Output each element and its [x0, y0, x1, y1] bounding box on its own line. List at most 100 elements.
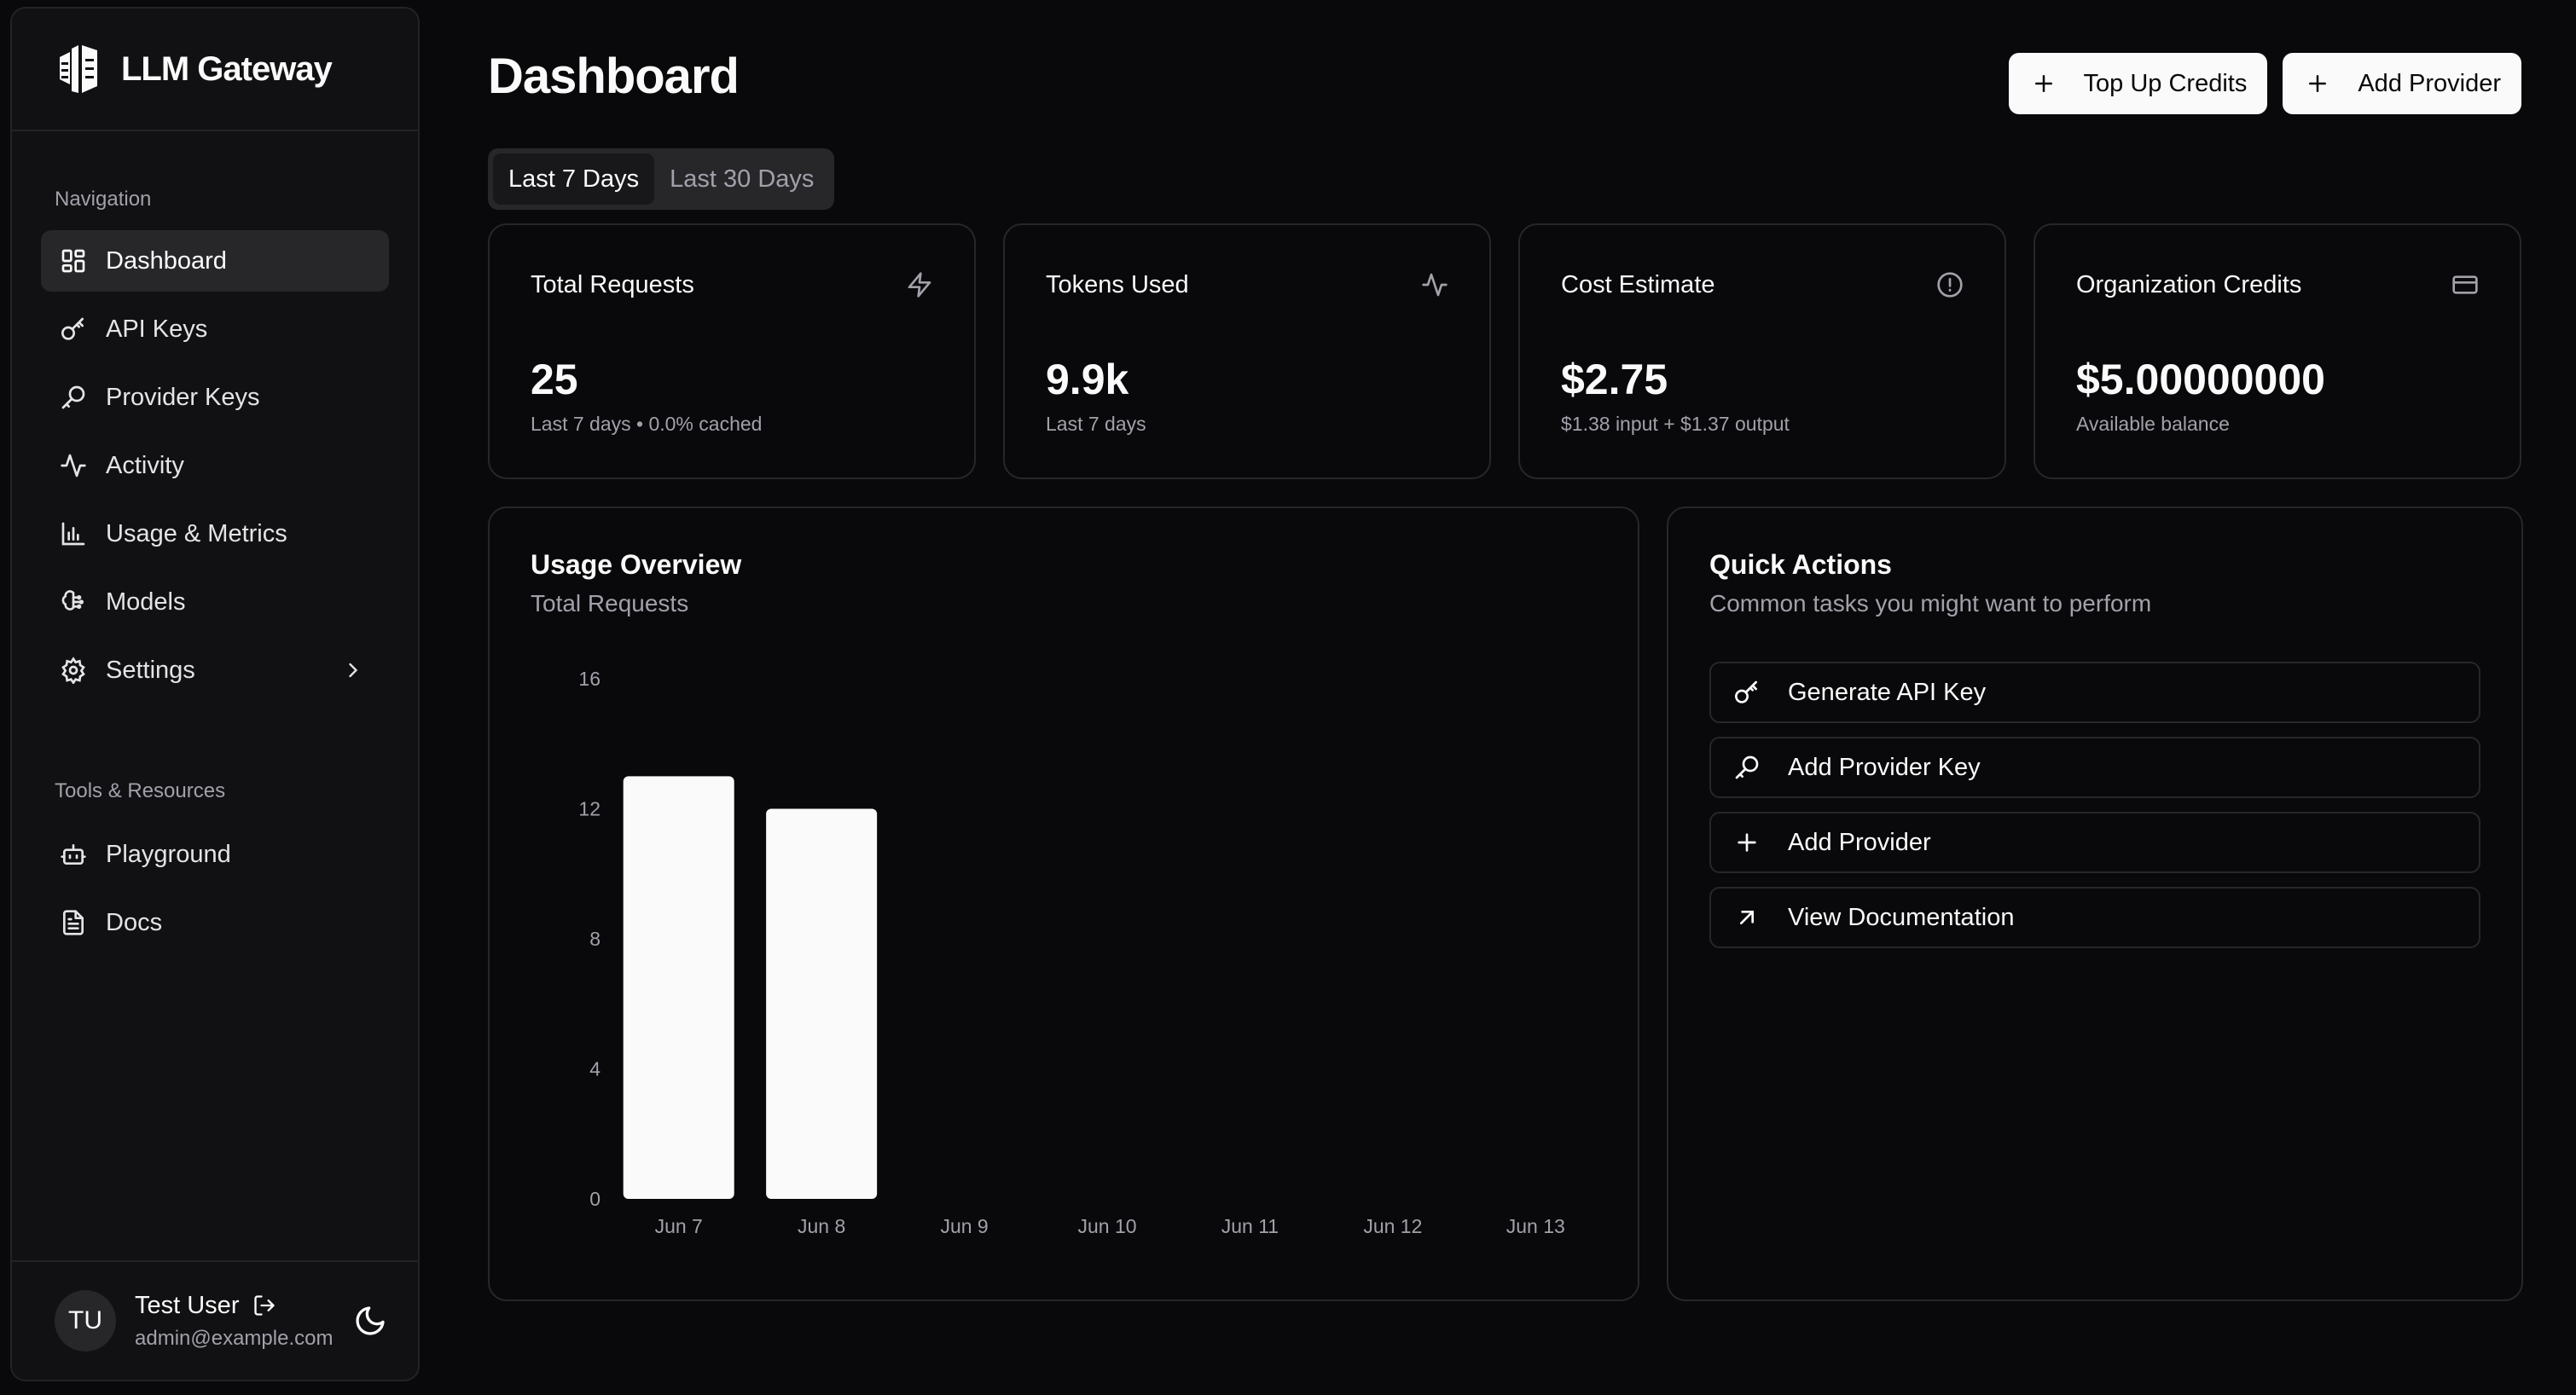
add-provider-key-button[interactable]: Add Provider Key — [1709, 737, 2480, 798]
top-up-credits-button[interactable]: Top Up Credits — [2008, 53, 2268, 114]
tab-last-7-days[interactable]: Last 7 Days — [493, 153, 655, 205]
add-provider-button[interactable]: Add Provider — [2283, 53, 2521, 114]
user-panel: TU Test User admin@example.com — [12, 1260, 418, 1380]
sidebar-item-provider-keys[interactable]: Provider Keys — [41, 367, 389, 428]
sidebar-item-label: Models — [106, 588, 186, 616]
info-circle-icon — [1937, 272, 1963, 298]
user-name-row: Test User — [135, 1292, 348, 1320]
sidebar-item-playground[interactable]: Playground — [41, 824, 389, 885]
moon-icon[interactable] — [353, 1304, 387, 1338]
quick-action-label: Add Provider Key — [1788, 753, 1981, 781]
grid-icon — [61, 249, 85, 273]
header-actions: Top Up Credits Add Provider — [2008, 53, 2521, 114]
key-icon — [61, 317, 84, 340]
bar-chart-icon — [61, 522, 85, 546]
sidebar-item-label: Settings — [106, 656, 195, 684]
quick-actions-title: Quick Actions — [1709, 549, 1892, 580]
x-tick-label: Jun 7 — [655, 1215, 703, 1237]
sidebar-item-models[interactable]: Models — [41, 571, 389, 633]
arrow-up-right-icon — [1740, 911, 1754, 924]
stat-subtext: Available balance — [2076, 413, 2230, 435]
sidebar-item-api-keys[interactable]: API Keys — [41, 298, 389, 360]
logo-icon — [60, 45, 97, 93]
sidebar-item-settings[interactable]: Settings — [41, 640, 389, 701]
sidebar-item-usage-metrics[interactable]: Usage & Metrics — [41, 503, 389, 564]
quick-actions-list: Generate API Key Add Provider Key Add Pr… — [1709, 662, 2480, 962]
sidebar-item-label: Playground — [106, 840, 231, 868]
y-tick-label: 0 — [589, 1188, 600, 1210]
generate-api-key-button[interactable]: Generate API Key — [1709, 662, 2480, 723]
sidebar: LLM Gateway Navigation Dashboard API Key… — [10, 7, 420, 1381]
chevron-right-icon — [349, 663, 358, 678]
y-tick-label: 8 — [589, 928, 600, 950]
tools-section-label: Tools & Resources — [55, 779, 226, 802]
avatar[interactable]: TU — [55, 1290, 116, 1352]
x-tick-label: Jun 9 — [940, 1215, 988, 1237]
plus-icon — [1738, 833, 1756, 852]
x-tick-label: Jun 12 — [1363, 1215, 1422, 1237]
page-title: Dashboard — [488, 49, 740, 104]
tools-list: Playground Docs — [12, 824, 418, 953]
stat-value: $2.75 — [1561, 356, 1668, 403]
stat-title: Organization Credits — [2076, 271, 2302, 298]
usage-overview-panel: Usage Overview Total Requests 0 4 8 12 16 Jun… — [488, 506, 1639, 1301]
sidebar-item-label: Provider Keys — [106, 383, 260, 411]
x-tick-label: Jun 11 — [1221, 1215, 1279, 1237]
x-tick-label: Jun 10 — [1077, 1215, 1136, 1237]
stat-card-organization-credits: Organization Credits $5.00000000 Availab… — [2034, 223, 2521, 479]
stat-card-total-requests: Total Requests 25 Last 7 days • 0.0% cac… — [488, 223, 976, 479]
sidebar-item-label: API Keys — [106, 315, 208, 343]
sidebar-item-dashboard[interactable]: Dashboard — [41, 230, 389, 292]
y-tick-label: 4 — [589, 1058, 600, 1080]
y-tick-label: 12 — [578, 798, 600, 820]
quick-add-provider-button[interactable]: Add Provider — [1709, 812, 2480, 873]
stat-card-tokens-used: Tokens Used 9.9k Last 7 days — [1003, 223, 1491, 479]
brand[interactable]: LLM Gateway — [12, 9, 418, 131]
quick-action-label: Add Provider — [1788, 828, 1931, 856]
quick-actions-subtitle: Common tasks you might want to perform — [1709, 590, 2152, 616]
key-round-icon — [1735, 755, 1759, 779]
user-email: admin@example.com — [135, 1326, 334, 1350]
sidebar-item-docs[interactable]: Docs — [41, 892, 389, 953]
activity-icon — [61, 454, 86, 478]
stat-card-cost-estimate: Cost Estimate $2.75 $1.38 input + $1.37 … — [1518, 223, 2006, 479]
brain-icon — [61, 590, 84, 611]
bar-jun-8[interactable] — [766, 808, 878, 1200]
stat-title: Tokens Used — [1046, 271, 1189, 298]
bot-icon — [61, 844, 86, 865]
gear-icon — [61, 657, 85, 684]
x-tick-label: Jun 8 — [798, 1215, 845, 1237]
logout-icon[interactable] — [252, 1294, 276, 1317]
tab-last-30-days[interactable]: Last 30 Days — [654, 153, 829, 205]
sidebar-item-label: Docs — [106, 908, 163, 936]
user-info: Test User admin@example.com — [135, 1292, 348, 1351]
user-name: Test User — [135, 1291, 240, 1319]
view-documentation-button[interactable]: View Documentation — [1709, 887, 2480, 948]
plus-icon — [2034, 75, 2052, 92]
add-provider-label: Add Provider — [2358, 69, 2501, 97]
stat-value: 9.9k — [1046, 356, 1129, 403]
top-up-credits-label: Top Up Credits — [2083, 69, 2248, 97]
activity-icon — [1422, 273, 1448, 297]
y-tick-label: 16 — [578, 668, 600, 690]
quick-action-label: View Documentation — [1788, 903, 2015, 931]
quick-action-label: Generate API Key — [1788, 678, 1987, 706]
brand-name: LLM Gateway — [121, 49, 333, 88]
nav-section-label: Navigation — [55, 188, 152, 211]
stat-title: Total Requests — [531, 271, 694, 298]
stat-title: Cost Estimate — [1561, 271, 1715, 298]
sidebar-item-label: Dashboard — [106, 246, 227, 275]
key-icon — [1735, 680, 1757, 703]
stat-subtext: Last 7 days • 0.0% cached — [531, 413, 763, 435]
credit-card-icon — [2452, 275, 2478, 294]
sidebar-item-activity[interactable]: Activity — [41, 435, 389, 496]
sidebar-item-label: Usage & Metrics — [106, 519, 287, 547]
sidebar-item-label: Activity — [106, 451, 184, 479]
plus-icon — [2309, 75, 2327, 92]
document-icon — [63, 910, 84, 935]
stat-value: 25 — [531, 356, 578, 403]
usage-bar-chart: 0 4 8 12 16 Jun 7 Jun 8 Jun 9 Jun 10 Jun 11 Jun 12… — [578, 668, 1564, 1237]
zap-icon — [908, 272, 931, 298]
range-tabs: Last 7 Days Last 30 Days — [488, 148, 835, 210]
bar-jun-7[interactable] — [623, 776, 734, 1199]
